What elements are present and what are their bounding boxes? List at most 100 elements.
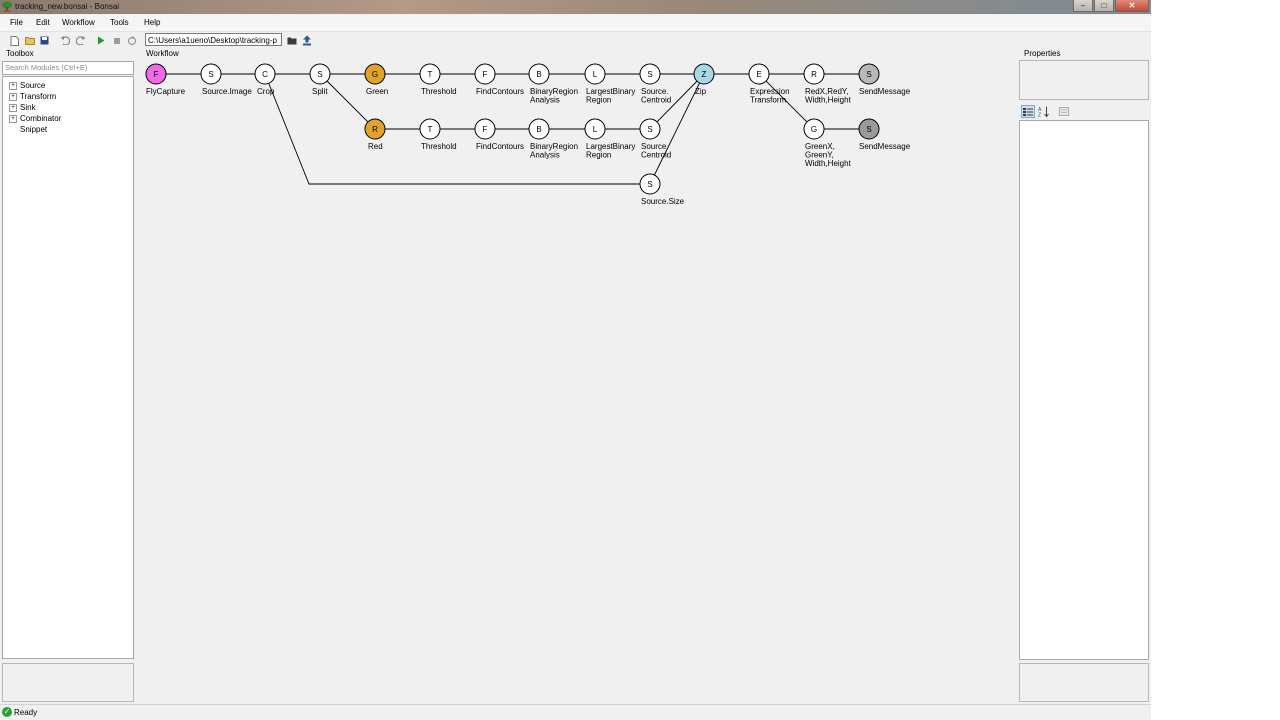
node-threshold-2[interactable]: T Threshold <box>419 118 457 151</box>
node-centroid-1[interactable]: SSource.Centroid <box>639 63 671 105</box>
node-label: Threshold <box>421 87 457 96</box>
node-label: Green <box>366 87 388 96</box>
node-label: Red <box>368 142 383 151</box>
node-letter: B <box>536 125 541 134</box>
node-letter: F <box>154 70 159 79</box>
restart-icon[interactable] <box>126 35 137 46</box>
node-label: Region <box>586 151 611 160</box>
toolbox-description-panel <box>2 663 134 702</box>
stop-icon[interactable] <box>111 35 122 46</box>
search-modules-input[interactable]: Search Modules (Ctrl+E) <box>2 61 134 75</box>
menu-file[interactable]: File <box>10 18 23 27</box>
save-icon[interactable] <box>39 35 50 46</box>
node-findcontours-2[interactable]: F FindContours <box>474 118 524 151</box>
minimize-button[interactable]: – <box>1073 0 1093 12</box>
node-label: Width,Height <box>805 96 852 105</box>
node-label: Source.Image <box>202 87 252 96</box>
node-label: Centroid <box>641 151 671 160</box>
node-letter: L <box>593 125 598 134</box>
play-icon[interactable] <box>95 35 106 46</box>
node-letter: S <box>647 125 652 134</box>
undo-icon[interactable] <box>59 35 70 46</box>
expand-plus-icon[interactable]: + <box>9 81 17 90</box>
node-findcontours-1[interactable]: F FindContours <box>474 63 524 96</box>
node-greenxy[interactable]: GGreenX,GreenY,Width,Height <box>803 118 852 168</box>
tree-item-combinator[interactable]: + Combinator <box>9 114 61 123</box>
node-red[interactable]: R Red <box>364 118 386 151</box>
redo-icon[interactable] <box>75 35 86 46</box>
node-split[interactable]: S Split <box>309 63 331 96</box>
menu-workflow[interactable]: Workflow <box>62 18 95 27</box>
menu-bar: File Edit Workflow Tools Help <box>0 15 1151 31</box>
node-label: Zip <box>695 87 707 96</box>
svg-text:Z: Z <box>1038 113 1041 118</box>
expand-plus-icon[interactable]: + <box>9 92 17 101</box>
node-letter: F <box>483 70 488 79</box>
title-bar[interactable]: tracking_new.bonsai - Bonsai – □ ✕ <box>0 0 1151 14</box>
tree-item-label: Sink <box>20 103 36 112</box>
new-file-icon[interactable] <box>9 35 20 46</box>
tree-item-source[interactable]: + Source <box>9 81 45 90</box>
node-label: Region <box>586 96 611 105</box>
node-redxy[interactable]: RRedX,RedY,Width,Height <box>803 63 852 105</box>
node-zip[interactable]: Z Zip <box>693 63 715 96</box>
node-letter: Z <box>702 70 707 79</box>
node-letter: S <box>317 70 322 79</box>
node-label: Analysis <box>530 96 560 105</box>
status-bar: ✓ Ready <box>0 704 1151 720</box>
node-label: Split <box>312 87 328 96</box>
node-letter: C <box>262 70 268 79</box>
tree-item-snippet[interactable]: Snippet <box>9 125 47 134</box>
property-description-panel <box>1019 663 1149 702</box>
node-flycapture[interactable]: F FlyCapture <box>145 63 186 96</box>
tree-item-transform[interactable]: + Transform <box>9 92 56 101</box>
node-label: SendMessage <box>859 87 911 96</box>
node-binaryregion-2[interactable]: BBinaryRegionAnalysis <box>528 118 578 160</box>
node-letter: F <box>483 125 488 134</box>
node-letter: R <box>811 70 817 79</box>
node-crop[interactable]: C Crop <box>254 63 276 96</box>
menu-edit[interactable]: Edit <box>36 18 50 27</box>
workflow-path-field[interactable]: C:\Users\a1ueno\Desktop\tracking-p <box>145 33 282 46</box>
node-source-size[interactable]: S Source.Size <box>639 173 685 206</box>
tree-item-label: Snippet <box>20 125 48 134</box>
open-folder-icon[interactable] <box>24 35 35 46</box>
workflow-canvas[interactable]: FFlyCaptureSSource.ImageCCropSSplitGGree… <box>140 60 1015 700</box>
menu-help[interactable]: Help <box>144 18 160 27</box>
expand-plus-icon[interactable]: + <box>9 114 17 123</box>
tree-item-label: Combinator <box>20 114 62 123</box>
node-green[interactable]: G Green <box>364 63 388 96</box>
node-sendmessage-1[interactable]: S SendMessage <box>858 63 911 96</box>
node-largestbinary-2[interactable]: LLargestBinaryRegion <box>584 118 635 160</box>
node-letter: S <box>647 70 652 79</box>
node-label: FlyCapture <box>146 87 186 96</box>
node-letter: T <box>428 70 433 79</box>
node-sendmessage-2[interactable]: S SendMessage <box>858 118 911 151</box>
tree-item-sink[interactable]: + Sink <box>9 103 36 112</box>
node-centroid-2[interactable]: SSource.Centroid <box>639 118 671 160</box>
maximize-button[interactable]: □ <box>1094 0 1114 12</box>
node-binaryregion-1[interactable]: BBinaryRegionAnalysis <box>528 63 578 105</box>
expand-plus-icon[interactable]: + <box>9 103 17 112</box>
toolbox-title: Toolbox <box>6 49 34 58</box>
node-label: Threshold <box>421 142 457 151</box>
menu-tools[interactable]: Tools <box>110 18 129 27</box>
node-label: Width,Height <box>805 159 852 168</box>
properties-title: Properties <box>1024 49 1061 58</box>
browse-folder-icon[interactable] <box>286 35 297 46</box>
bonsai-window: tracking_new.bonsai - Bonsai – □ ✕ File … <box>0 0 1151 720</box>
node-source-image[interactable]: S Source.Image <box>200 63 252 96</box>
node-label: Source.Size <box>641 197 685 206</box>
categorized-icon[interactable] <box>1021 105 1035 118</box>
close-button[interactable]: ✕ <box>1115 0 1149 12</box>
alphabetical-icon[interactable]: AZ <box>1037 105 1051 118</box>
node-threshold-1[interactable]: T Threshold <box>419 63 457 96</box>
window-controls: – □ ✕ <box>1073 0 1149 12</box>
property-grid[interactable] <box>1019 120 1149 660</box>
node-letter: S <box>866 125 871 134</box>
toolbar: C:\Users\a1ueno\Desktop\tracking-p <box>0 31 1151 49</box>
property-pages-icon[interactable] <box>1057 105 1071 118</box>
upload-icon[interactable] <box>301 35 312 46</box>
node-largestbinary-1[interactable]: LLargestBinaryRegion <box>584 63 635 105</box>
node-letter: L <box>593 70 598 79</box>
